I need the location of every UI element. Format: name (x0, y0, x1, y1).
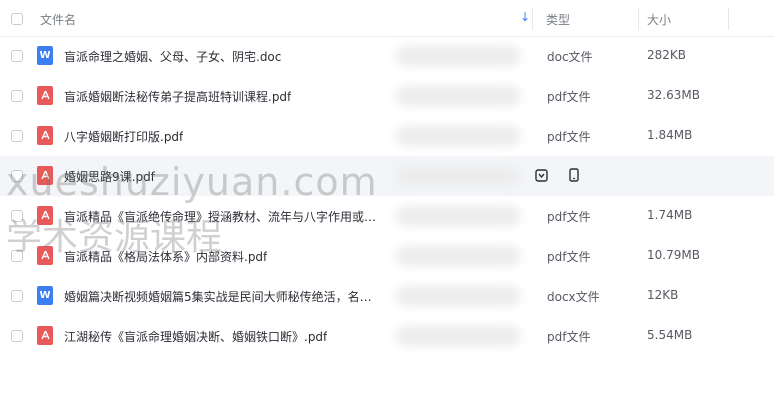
file-name[interactable]: 盲派命理之婚姻、父母、子女、阴宅.doc (64, 48, 281, 65)
file-size: 10.79MB (647, 248, 700, 262)
file-row[interactable]: 江湖秘传《盲派命理婚姻决断、婚姻铁口断》.pdf pdf文件 5.54MB (0, 316, 774, 356)
column-header-type[interactable]: 类型 (546, 11, 570, 28)
save-to-disk-icon[interactable] (534, 167, 548, 183)
word-file-icon: W (37, 286, 53, 305)
file-type: doc文件 (547, 50, 593, 64)
file-name[interactable]: 盲派婚姻断法秘传弟子提高班特训课程.pdf (64, 88, 291, 105)
watermark-url: xueshuziyuan.com (6, 160, 378, 204)
blurred-date (396, 246, 520, 266)
row-checkbox[interactable] (11, 50, 23, 62)
file-size: 1.74MB (647, 208, 693, 222)
watermark-text: 学术资源课程 (6, 217, 223, 258)
file-row[interactable]: 八字婚姻断打印版.pdf pdf文件 1.84MB (0, 116, 774, 156)
pdf-file-icon (37, 126, 53, 145)
column-divider[interactable] (638, 8, 639, 30)
file-type: pdf文件 (547, 330, 591, 344)
pdf-glyph-icon (40, 90, 50, 100)
file-name[interactable]: 江湖秘传《盲派命理婚姻决断、婚姻铁口断》.pdf (64, 328, 327, 345)
file-row[interactable]: 盲派婚姻断法秘传弟子提高班特训课程.pdf pdf文件 32.63MB (0, 76, 774, 116)
row-checkbox[interactable] (11, 90, 23, 102)
blurred-date (396, 86, 520, 106)
select-all-checkbox[interactable] (11, 13, 23, 25)
pdf-file-icon (37, 326, 53, 345)
column-header-name[interactable]: 文件名 (40, 11, 76, 28)
file-list: 文件名 ↓ 类型 大小 W 盲派命理之婚姻、父母、子女、阴宅.doc doc文件… (0, 0, 774, 346)
row-checkbox[interactable] (11, 130, 23, 142)
column-divider[interactable] (532, 8, 533, 30)
pdf-glyph-icon (40, 330, 50, 340)
file-type: docx文件 (547, 290, 600, 304)
file-size: 282KB (647, 48, 687, 62)
blurred-date (396, 46, 520, 66)
file-name[interactable]: 八字婚姻断打印版.pdf (64, 128, 183, 145)
blurred-date (396, 326, 520, 346)
file-size: 32.63MB (647, 88, 700, 102)
blurred-date (396, 126, 520, 146)
file-size: 12KB (647, 288, 679, 302)
pdf-glyph-icon (40, 130, 50, 140)
row-checkbox[interactable] (11, 330, 23, 342)
column-header-size[interactable]: 大小 (647, 11, 671, 28)
word-file-icon: W (37, 46, 53, 65)
row-checkbox[interactable] (11, 290, 23, 302)
pdf-file-icon (37, 86, 53, 105)
column-divider[interactable] (728, 8, 729, 30)
file-size: 1.84MB (647, 128, 693, 142)
file-type: pdf文件 (547, 250, 591, 264)
blurred-date (396, 166, 520, 186)
blurred-date (396, 286, 520, 306)
phone-icon[interactable] (567, 167, 581, 183)
file-size: 5.54MB (647, 328, 693, 342)
sort-down-icon[interactable]: ↓ (520, 10, 530, 24)
file-type: pdf文件 (547, 130, 591, 144)
blurred-date (396, 206, 520, 226)
file-row[interactable]: W 盲派命理之婚姻、父母、子女、阴宅.doc doc文件 282KB (0, 36, 774, 76)
file-row[interactable]: W 婚姻篇决断视频婚姻篇5集实战是民间大师秘传绝活，名… docx文件 12KB (0, 276, 774, 316)
file-list-header: 文件名 ↓ 类型 大小 (0, 0, 774, 37)
file-type: pdf文件 (547, 90, 591, 104)
file-name[interactable]: 婚姻篇决断视频婚姻篇5集实战是民间大师秘传绝活，名… (64, 288, 372, 305)
file-type: pdf文件 (547, 210, 591, 224)
